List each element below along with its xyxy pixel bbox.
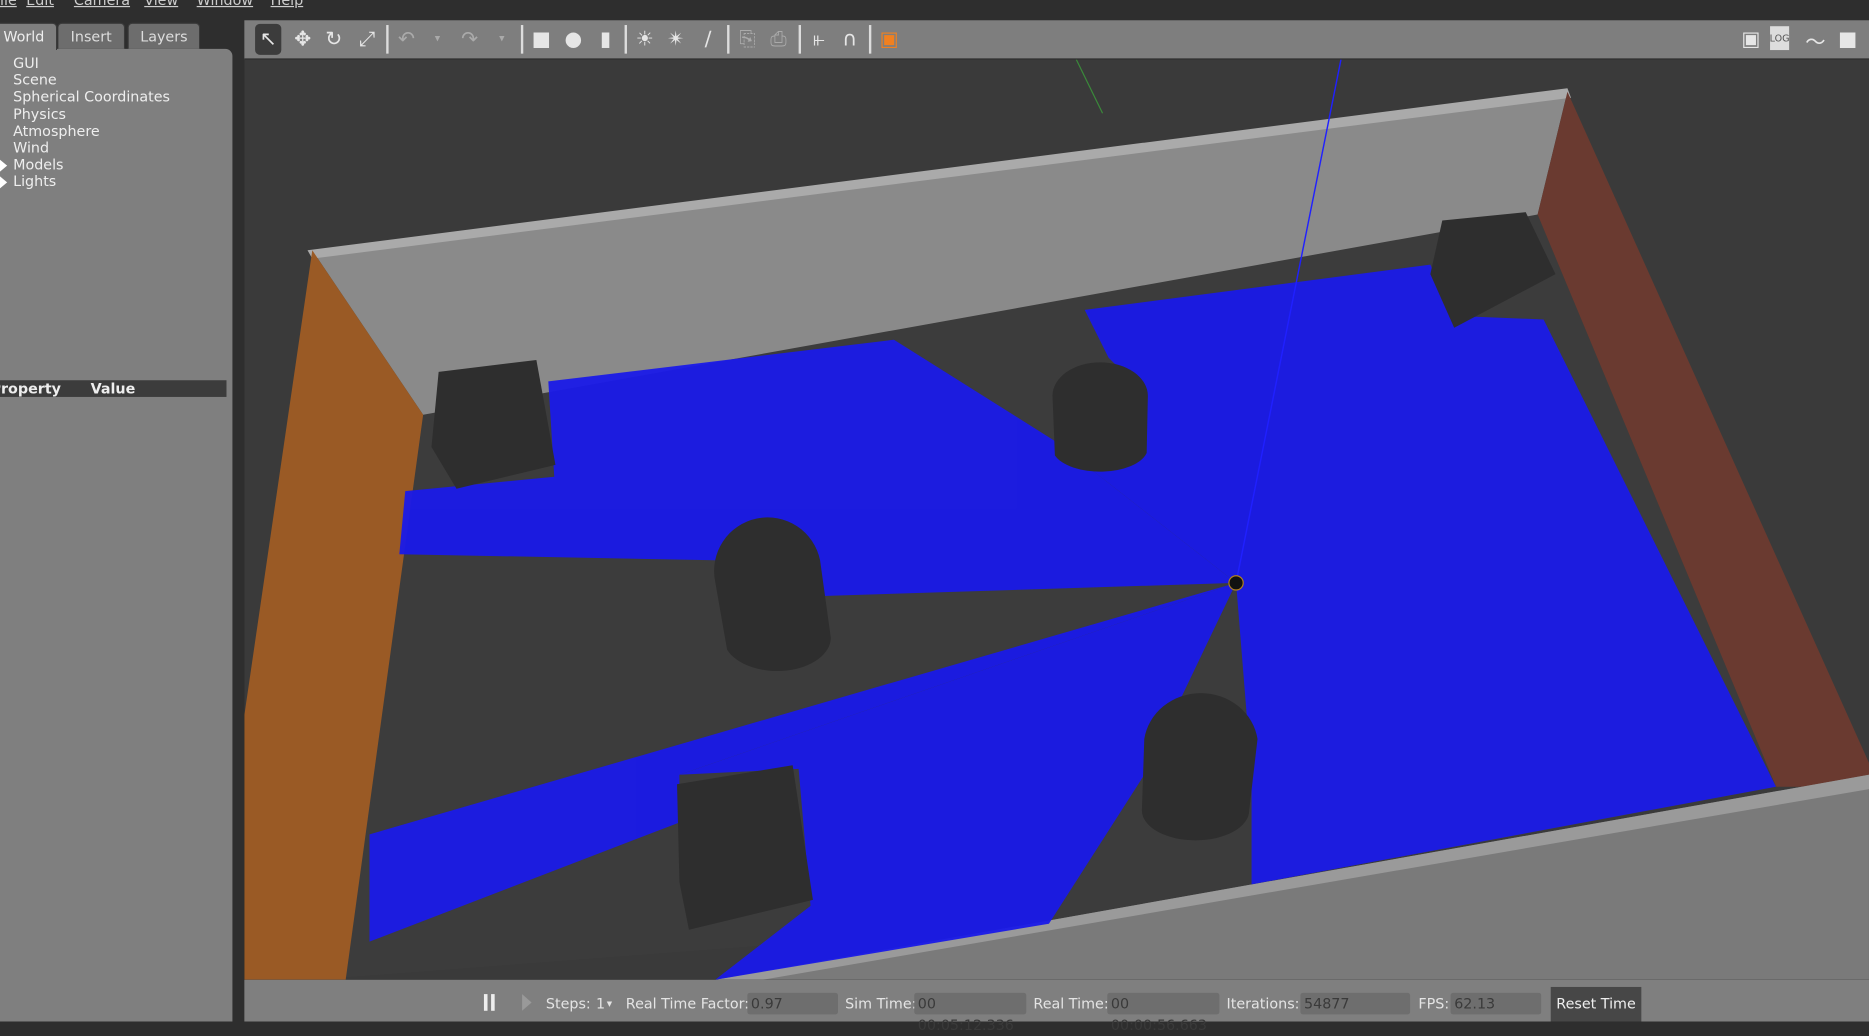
screenshot-camera-icon[interactable]: ▣: [1738, 26, 1764, 52]
directional-light-icon[interactable]: ∕: [695, 26, 721, 52]
cylinder-obstacle: [1141, 693, 1258, 841]
point-light-icon[interactable]: ☀: [632, 26, 658, 52]
world-panel: GUI Scene Spherical Coordinates Physics …: [0, 48, 233, 1022]
property-col: Property: [0, 380, 61, 397]
translate-icon[interactable]: ✥: [290, 26, 316, 52]
menu-camera[interactable]: Camera: [74, 0, 130, 8]
box-icon[interactable]: ■: [528, 26, 554, 52]
cylinder-obstacle: [1052, 362, 1148, 472]
tree-item-spherical-coordinates[interactable]: Spherical Coordinates: [13, 88, 170, 105]
expand-models-icon[interactable]: [0, 159, 8, 172]
menu-view[interactable]: View: [144, 0, 178, 8]
tab-world[interactable]: World: [0, 22, 58, 51]
steps-label: Steps:: [545, 995, 591, 1012]
steps-dropdown-icon[interactable]: ▾: [607, 999, 612, 1011]
tree-item-wind[interactable]: Wind: [13, 139, 49, 156]
pause-icon[interactable]: [483, 994, 495, 1011]
sim-time-label: Sim Time:: [845, 995, 917, 1012]
robot-sensor: [1228, 575, 1244, 591]
snap-magnet-icon[interactable]: ∩: [837, 26, 863, 52]
tree-item-models[interactable]: Models: [13, 156, 63, 173]
fps-label: FPS:: [1418, 995, 1450, 1012]
menu-file[interactable]: ile: [0, 0, 17, 8]
menu-edit[interactable]: Edit: [26, 0, 54, 8]
align-icon[interactable]: ⫦: [806, 26, 832, 52]
tree-item-lights[interactable]: Lights: [13, 173, 56, 190]
real-time-field: 00 00:00:56.663: [1107, 992, 1220, 1033]
tree-item-physics[interactable]: Physics: [13, 106, 66, 123]
redo-icon[interactable]: ↷: [457, 26, 483, 52]
record-video-icon[interactable]: ■: [1834, 26, 1860, 52]
undo-icon[interactable]: ↶: [393, 26, 419, 52]
iterations-label: Iterations:: [1226, 995, 1300, 1012]
menu-window[interactable]: Window: [197, 0, 253, 8]
3d-viewport[interactable]: [244, 59, 1869, 980]
tab-layers[interactable]: Layers: [127, 22, 201, 49]
sim-time-field: 00 00:05:12.336: [914, 992, 1027, 1033]
value-col: Value: [90, 380, 136, 397]
select-arrow-icon[interactable]: ↖: [255, 23, 282, 55]
panel-splitter[interactable]: [233, 48, 245, 1022]
steps-value[interactable]: 1: [596, 995, 605, 1012]
rotate-icon[interactable]: ↻: [321, 26, 347, 52]
cylinder-icon[interactable]: ▮: [592, 26, 618, 52]
log-icon[interactable]: LOG: [1770, 26, 1790, 51]
reset-time-button[interactable]: Reset Time: [1550, 986, 1642, 1022]
sphere-icon[interactable]: ●: [560, 26, 586, 52]
plot-icon[interactable]: 〜: [1802, 26, 1828, 54]
scale-icon[interactable]: ⤢: [354, 26, 380, 52]
fps-field: 62.13: [1450, 992, 1542, 1015]
undo-dropdown-icon[interactable]: ▾: [424, 26, 450, 52]
expand-lights-icon[interactable]: [0, 176, 8, 189]
tree-item-gui[interactable]: GUI: [13, 55, 39, 72]
toolbar: ↖ ✥ ↻ ⤢ ↶ ▾ ↷ ▾ ■ ● ▮ ☀ ✴ ∕ ⎘ ⎙ ⫦ ∩ ▣ ▣ …: [244, 20, 1869, 60]
copy-icon[interactable]: ⎘: [734, 26, 760, 52]
status-bar: Steps: 1 ▾ Real Time Factor: 0.97 Sim Ti…: [244, 979, 1869, 1033]
real-time-label: Real Time:: [1033, 995, 1109, 1012]
menu-bar: ile Edit Camera View Window Help: [0, 0, 1869, 21]
step-icon[interactable]: [522, 994, 532, 1011]
tree-item-scene[interactable]: Scene: [13, 72, 57, 89]
tab-insert[interactable]: Insert: [57, 22, 126, 49]
tree-item-atmosphere[interactable]: Atmosphere: [13, 123, 100, 140]
menu-help[interactable]: Help: [271, 0, 304, 8]
paste-icon[interactable]: ⎙: [765, 26, 791, 52]
spot-light-icon[interactable]: ✴: [663, 26, 689, 52]
redo-dropdown-icon[interactable]: ▾: [489, 26, 515, 52]
view-angle-icon[interactable]: ▣: [876, 26, 902, 52]
rtf-label: Real Time Factor:: [625, 995, 750, 1012]
property-header: Property Value: [0, 380, 227, 397]
rtf-field: 0.97: [747, 992, 838, 1015]
iterations-field: 54877: [1300, 992, 1411, 1015]
